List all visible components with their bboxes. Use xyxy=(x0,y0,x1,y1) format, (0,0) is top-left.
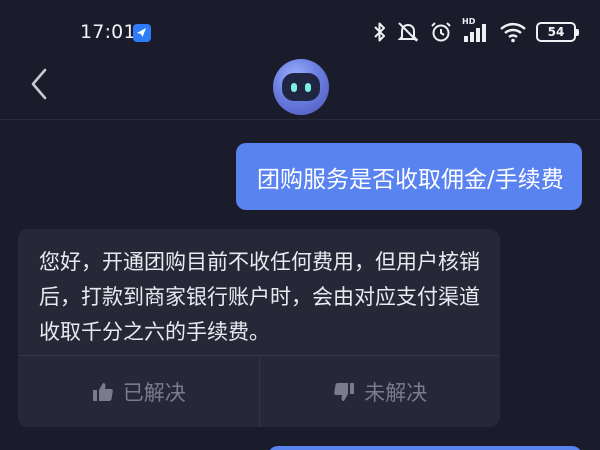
alarm-clock-icon xyxy=(431,22,451,42)
bluetooth-icon xyxy=(374,22,385,42)
chevron-left-icon xyxy=(31,68,47,100)
feishu-app-icon xyxy=(133,24,151,42)
resolved-label: 已解决 xyxy=(122,380,186,405)
thumbs-up-icon xyxy=(92,382,113,401)
next-user-message-bubble xyxy=(268,446,582,450)
unresolved-button[interactable]: 未解决 xyxy=(258,356,501,427)
chat-header xyxy=(0,58,600,120)
robot-eye-right xyxy=(305,82,311,92)
cellular-signal-icon: HD xyxy=(462,17,490,44)
mute-bell-icon xyxy=(397,22,419,42)
wifi-icon xyxy=(500,22,526,43)
status-time: 17:01 xyxy=(80,21,136,43)
chat-screen: 17:01 HD 54 团购服务是否收取佣金/手续费 您好，开通团购目前不收任何… xyxy=(0,0,600,450)
bot-reply-bubble: 您好，开通团购目前不收任何费用，但用户核销后，打款到商家银行账户时，会由对应支付… xyxy=(18,229,500,427)
robot-eye-left xyxy=(291,82,297,92)
battery-icon: 54 xyxy=(536,22,579,42)
robot-face xyxy=(282,73,320,101)
user-message-text: 团购服务是否收取佣金/手续费 xyxy=(257,166,564,193)
resolved-button[interactable]: 已解决 xyxy=(18,356,259,427)
battery-level: 54 xyxy=(547,25,565,39)
unresolved-label: 未解决 xyxy=(364,380,428,405)
bot-reply-text: 您好，开通团购目前不收任何费用，但用户核销后，打款到商家银行账户时，会由对应支付… xyxy=(39,250,480,344)
robot-avatar-icon[interactable] xyxy=(273,59,329,115)
status-icons: HD 54 xyxy=(373,17,579,46)
user-message-bubble: 团购服务是否收取佣金/手续费 xyxy=(236,143,582,210)
status-bar: 17:01 HD 54 xyxy=(0,0,600,58)
back-button[interactable] xyxy=(24,66,54,102)
thumbs-down-icon xyxy=(334,382,355,401)
feedback-row: 已解决 未解决 xyxy=(18,355,500,427)
